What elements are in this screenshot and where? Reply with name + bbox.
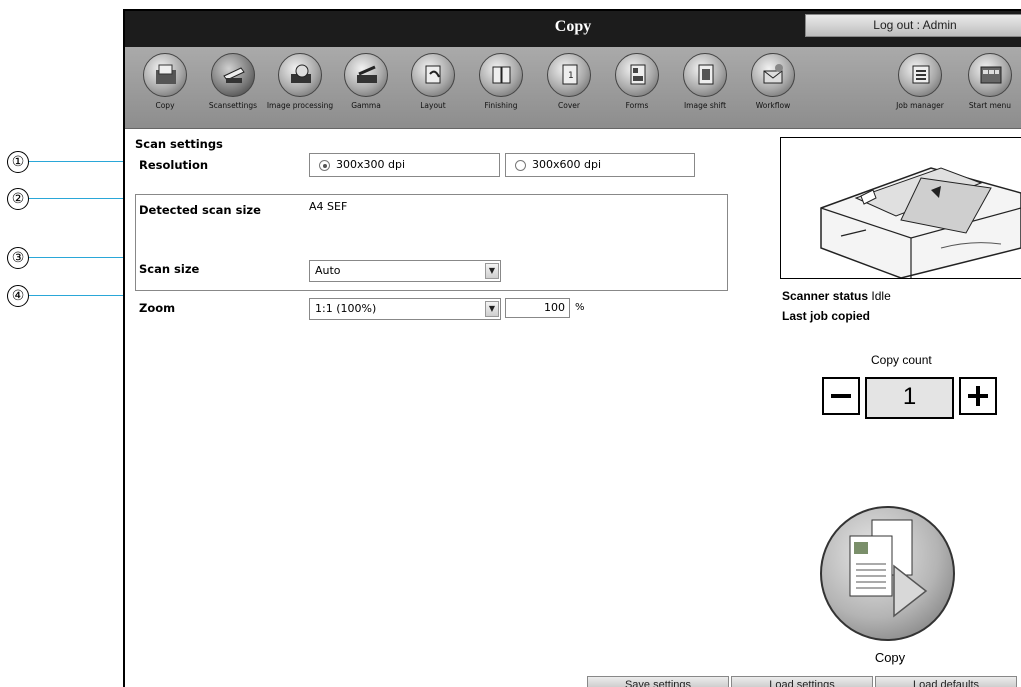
image-processing-icon	[278, 53, 322, 97]
annotation-1: ①	[0, 151, 140, 173]
tool-label: Start menu	[968, 101, 1012, 110]
forms-icon	[615, 53, 659, 97]
zoom-label: Zoom	[139, 301, 176, 315]
annotation-number: ①	[7, 151, 29, 173]
copy-count-label: Copy count	[871, 353, 932, 367]
tool-copy[interactable]: Copy	[130, 53, 200, 127]
annotation-4: ④	[0, 285, 140, 307]
chevron-down-icon: ▼	[485, 263, 499, 279]
copy-icon	[143, 53, 187, 97]
option-label: 300x600 dpi	[532, 158, 602, 171]
zoom-value-input[interactable]: 100	[505, 298, 570, 318]
annotation-2: ②	[0, 188, 140, 210]
tool-start-menu[interactable]: Start menu	[955, 53, 1021, 127]
plus-icon	[968, 386, 988, 406]
title-bar: Copy Log out : Admin	[125, 11, 1021, 47]
annotation-number: ②	[7, 188, 29, 210]
tool-label: Image shift	[683, 101, 727, 110]
chevron-down-icon: ▼	[485, 301, 499, 317]
radio-selected-icon	[319, 160, 330, 171]
last-job-label: Last job copied	[782, 309, 871, 323]
copy-count-input[interactable]: 1	[865, 377, 954, 419]
layout-icon	[411, 53, 455, 97]
copy-screen: Copy Log out : Admin Copy Scansettings I…	[123, 9, 1021, 687]
scanner-status: Scanner status Idle	[782, 289, 891, 303]
tool-label: Finishing	[484, 101, 518, 110]
tool-job-manager[interactable]: Job manager	[885, 53, 955, 127]
tool-label: Copy	[155, 101, 175, 110]
minus-icon	[831, 394, 851, 398]
tool-scansettings[interactable]: Scansettings	[198, 53, 268, 127]
tool-image-shift[interactable]: Image shift	[670, 53, 740, 127]
scanner-illustration	[780, 137, 1021, 279]
radio-icon	[515, 160, 526, 171]
detected-scan-size-value: A4 SEF	[309, 200, 348, 213]
annotation-3: ③	[0, 247, 140, 269]
main-content: Scan settings Resolution 300x300 dpi 300…	[125, 130, 1021, 687]
tool-label: Job manager	[896, 101, 944, 110]
increment-button[interactable]	[959, 377, 997, 415]
scanner-status-label: Scanner status	[782, 289, 869, 303]
copy-start-button[interactable]	[820, 506, 955, 641]
section-heading: Scan settings	[135, 137, 223, 151]
tool-gamma[interactable]: Gamma	[331, 53, 401, 127]
tool-workflow[interactable]: Workflow	[738, 53, 808, 127]
workflow-icon	[751, 53, 795, 97]
tool-forms[interactable]: Forms	[602, 53, 672, 127]
tool-label: Scansettings	[208, 101, 258, 110]
tool-label: Workflow	[755, 101, 791, 110]
detected-scan-size-label: Detected scan size	[139, 203, 261, 217]
save-settings-button[interactable]: Save settings	[587, 676, 729, 687]
load-defaults-button[interactable]: Load defaults	[875, 676, 1017, 687]
resolution-option-300x600[interactable]: 300x600 dpi	[505, 153, 695, 177]
tool-label: Forms	[625, 101, 649, 110]
image-shift-icon	[683, 53, 727, 97]
tool-finishing[interactable]: Finishing	[466, 53, 536, 127]
tool-label: Cover	[558, 101, 580, 110]
decrement-button[interactable]	[822, 377, 860, 415]
job-manager-icon	[898, 53, 942, 97]
option-label: 300x300 dpi	[336, 158, 406, 171]
zoom-preset-select[interactable]: 1:1 (100%) ▼	[309, 298, 501, 320]
resolution-label: Resolution	[139, 158, 209, 172]
tool-cover[interactable]: 1 Cover	[534, 53, 604, 127]
finishing-icon	[479, 53, 523, 97]
scan-size-value: Auto	[315, 264, 341, 277]
tool-image-processing[interactable]: Image processing	[265, 53, 335, 127]
zoom-unit: %	[575, 302, 585, 313]
scan-size-select[interactable]: Auto ▼	[309, 260, 501, 282]
tool-label: Layout	[420, 101, 446, 110]
tool-label: Gamma	[351, 101, 381, 110]
scan-size-label: Scan size	[139, 262, 200, 276]
annotation-number: ③	[7, 247, 29, 269]
load-settings-button[interactable]: Load settings	[731, 676, 873, 687]
resolution-option-300x300[interactable]: 300x300 dpi	[309, 153, 500, 177]
tool-label: Image processing	[266, 101, 334, 110]
start-menu-icon	[968, 53, 1012, 97]
zoom-preset-value: 1:1 (100%)	[315, 302, 377, 315]
logout-button[interactable]: Log out : Admin	[805, 14, 1021, 37]
cover-icon: 1	[547, 53, 591, 97]
scanner-icon	[211, 53, 255, 97]
tool-layout[interactable]: Layout	[398, 53, 468, 127]
annotation-number: ④	[7, 285, 29, 307]
svg-text:1: 1	[568, 71, 574, 81]
scanner-status-value: Idle	[871, 289, 891, 303]
toolbar: Copy Scansettings Image processing Gamma…	[125, 47, 1021, 129]
copy-button-label: Copy	[874, 650, 906, 665]
gamma-icon	[344, 53, 388, 97]
copy-start-icon	[849, 519, 928, 618]
